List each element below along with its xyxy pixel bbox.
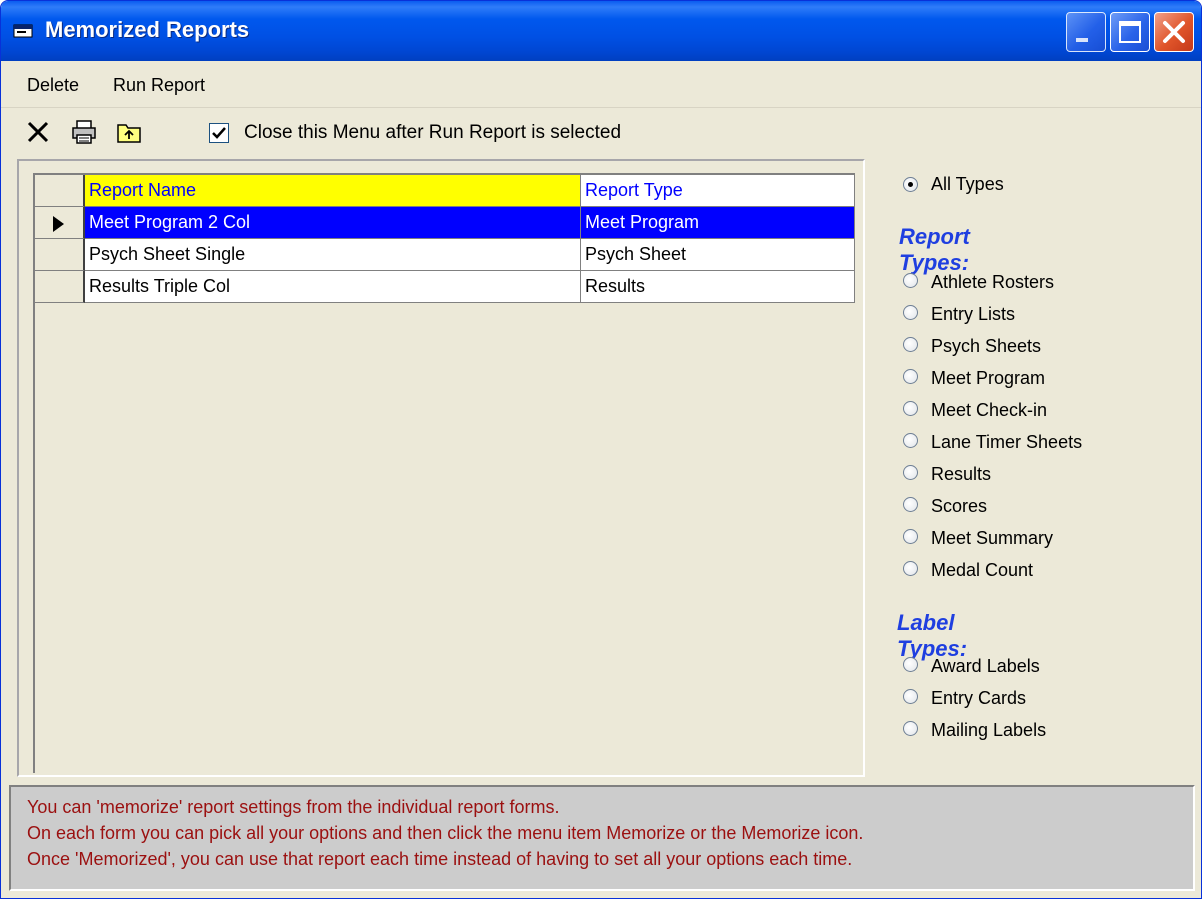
radio-label-medal-count: Medal Count <box>931 560 1034 580</box>
menu-bar: Delete Run Report <box>1 61 1201 108</box>
close-button[interactable] <box>1154 12 1194 52</box>
radio-meet-summary[interactable] <box>903 529 918 544</box>
radio-label-scores: Scores <box>931 496 988 516</box>
cell-report-name[interactable]: Results Triple Col <box>85 271 581 303</box>
radio-entry-lists[interactable] <box>903 305 918 320</box>
radio-athlete-rosters[interactable] <box>903 273 918 288</box>
row-selector[interactable] <box>35 207 85 239</box>
column-header-report-name[interactable]: Report Name <box>85 175 581 207</box>
reports-grid-panel: Report Name Report Type Meet Program 2 C… <box>17 159 865 777</box>
cell-report-name[interactable]: Meet Program 2 Col <box>85 207 581 239</box>
close-menu-label: Close this Menu after Run Report is sele… <box>244 122 622 143</box>
cell-report-type[interactable]: Psych Sheet <box>581 239 855 271</box>
menu-delete[interactable]: Delete <box>27 75 79 96</box>
info-line: On each form you can pick all your optio… <box>27 823 864 843</box>
row-selector[interactable] <box>35 239 85 271</box>
radio-label-psych-sheets: Psych Sheets <box>931 336 1042 356</box>
table-row[interactable]: Psych Sheet Single Psych Sheet <box>35 239 855 271</box>
label-types-heading: Label Types: <box>897 610 968 661</box>
radio-label-meet-summary: Meet Summary <box>931 528 1054 548</box>
radio-scores[interactable] <box>903 497 918 512</box>
table-row[interactable]: Meet Program 2 Col Meet Program <box>35 207 855 239</box>
info-line: You can 'memorize' report settings from … <box>27 797 560 817</box>
info-box: You can 'memorize' report settings from … <box>9 785 1195 891</box>
memorized-reports-window: Memorized Reports Delete Run Report Clos… <box>0 0 1202 899</box>
radio-label-entry-lists: Entry Lists <box>931 304 1016 324</box>
checkmark-icon <box>212 127 226 139</box>
radio-label-all-types: All Types <box>931 174 1004 194</box>
radio-psych-sheets[interactable] <box>903 337 918 352</box>
radio-label-meet-check-in: Meet Check-in <box>931 400 1048 420</box>
print-icon[interactable] <box>71 119 97 145</box>
cell-report-type[interactable]: Results <box>581 271 855 303</box>
current-row-arrow-icon <box>53 216 64 232</box>
radio-all-types[interactable] <box>903 177 918 192</box>
radio-label-lane-timer-sheets: Lane Timer Sheets <box>931 432 1083 452</box>
radio-mailing-labels[interactable] <box>903 721 918 736</box>
folder-up-icon[interactable] <box>116 119 142 145</box>
grid-header-row: Report Name Report Type <box>35 175 855 207</box>
radio-award-labels[interactable] <box>903 657 918 672</box>
radio-medal-count[interactable] <box>903 561 918 576</box>
report-types-heading: Report Types: <box>899 224 970 275</box>
window-title: Memorized Reports <box>45 17 250 42</box>
close-menu-checkbox[interactable] <box>209 123 229 143</box>
close-icon <box>1163 21 1185 43</box>
radio-label-meet-program: Meet Program <box>931 368 1046 388</box>
title-bar[interactable]: Memorized Reports <box>1 1 1201 61</box>
cell-report-name[interactable]: Psych Sheet Single <box>85 239 581 271</box>
radio-meet-check-in[interactable] <box>903 401 918 416</box>
minimize-icon <box>1076 38 1088 42</box>
radio-entry-cards[interactable] <box>903 689 918 704</box>
info-line: Once 'Memorized', you can use that repor… <box>27 849 853 869</box>
radio-meet-program[interactable] <box>903 369 918 384</box>
radio-lane-timer-sheets[interactable] <box>903 433 918 448</box>
radio-label-results: Results <box>931 464 992 484</box>
maximize-button[interactable] <box>1110 12 1150 52</box>
radio-label-athlete-rosters: Athlete Rosters <box>931 272 1055 292</box>
radio-label-award-labels: Award Labels <box>931 656 1040 676</box>
row-selector[interactable] <box>35 271 85 303</box>
app-window-icon <box>13 24 33 38</box>
table-row[interactable]: Results Triple Col Results <box>35 271 855 303</box>
reports-grid[interactable]: Report Name Report Type Meet Program 2 C… <box>33 173 855 773</box>
column-header-report-type[interactable]: Report Type <box>581 175 855 207</box>
minimize-button[interactable] <box>1066 12 1106 52</box>
delete-icon[interactable] <box>25 119 51 145</box>
grid-corner-cell[interactable] <box>35 175 85 207</box>
radio-label-entry-cards: Entry Cards <box>931 688 1027 708</box>
cell-report-type[interactable]: Meet Program <box>581 207 855 239</box>
menu-run-report[interactable]: Run Report <box>113 75 205 96</box>
maximize-icon <box>1119 21 1141 43</box>
radio-results[interactable] <box>903 465 918 480</box>
radio-label-mailing-labels: Mailing Labels <box>931 720 1047 740</box>
